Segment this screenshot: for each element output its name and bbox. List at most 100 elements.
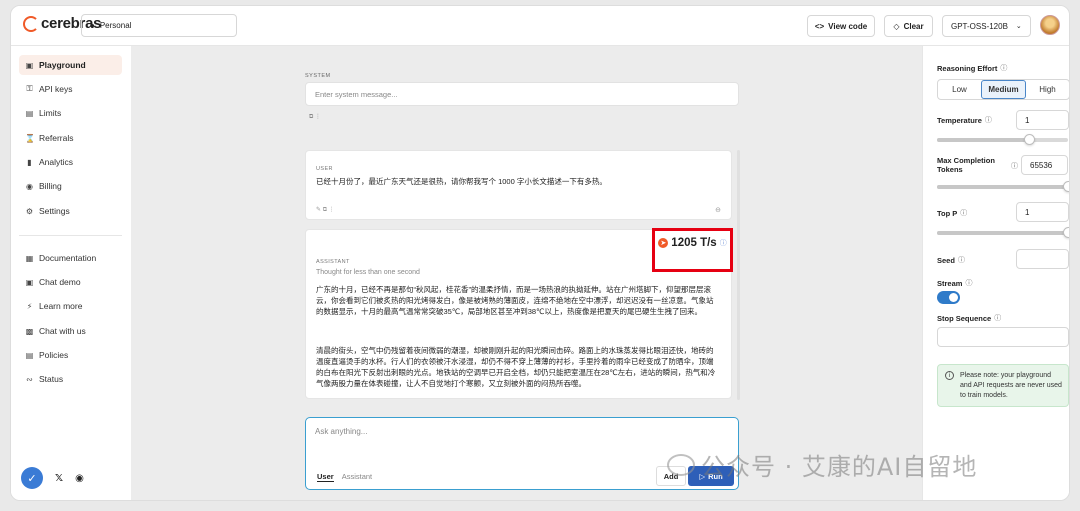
view-code-button[interactable]: <> View code xyxy=(807,15,875,37)
speed-highlight-box xyxy=(652,228,733,272)
status-icon: ∾ xyxy=(26,374,33,384)
more-icon[interactable]: ⋮ xyxy=(329,207,335,213)
info-icon[interactable]: ⓘ xyxy=(960,208,967,218)
sidebar-link-label: Policies xyxy=(39,350,69,360)
model-name: GPT-OSS-120B xyxy=(951,21,1008,31)
message-tools: ✎ ⧉ ⋮ xyxy=(316,206,335,214)
reasoning-low-option[interactable]: Low xyxy=(938,80,981,99)
temperature-slider[interactable] xyxy=(937,134,1068,145)
tab-user[interactable]: User xyxy=(317,472,334,482)
info-icon[interactable]: ⓘ xyxy=(1000,63,1007,73)
max-tokens-slider-thumb[interactable] xyxy=(1063,181,1069,192)
sidebar-link-label: Chat with us xyxy=(39,326,86,336)
system-message-input[interactable]: Enter system message... xyxy=(305,82,739,106)
reasoning-effort-text: Reasoning Effort xyxy=(937,63,998,73)
stream-toggle[interactable] xyxy=(937,291,960,304)
chart-icon: ▮ xyxy=(27,157,32,167)
sidebar-link-label: Documentation xyxy=(39,253,97,263)
settings-panel: Reasoning Effort ⓘ Low Medium High Tempe… xyxy=(922,46,1069,500)
copy-icon[interactable]: ⧉ xyxy=(323,207,327,213)
clear-button[interactable]: ◇ Clear xyxy=(884,15,933,37)
info-icon[interactable]: ⓘ xyxy=(958,255,965,265)
sidebar-item-analytics[interactable]: ▮ Analytics xyxy=(19,152,122,172)
privacy-note-text: Please note: your playground and API req… xyxy=(960,372,1062,399)
avatar[interactable] xyxy=(1040,15,1060,35)
sidebar-item-billing[interactable]: ◉ Billing xyxy=(19,176,122,196)
top-p-label: Top P ⓘ xyxy=(937,208,967,218)
seed-input[interactable] xyxy=(1016,249,1069,269)
top-bar: cerebras ● Personal <> View code ◇ Clear… xyxy=(11,6,1069,46)
max-tokens-input[interactable]: 65536 xyxy=(1021,155,1068,175)
sidebar-item-label: Billing xyxy=(39,181,62,191)
watermark: 公众号 · 艾康的AI自留地 xyxy=(667,447,977,482)
sidebar-item-label: Playground xyxy=(39,60,86,70)
composer-input[interactable]: Ask anything... xyxy=(315,427,367,436)
message-icon: ▩ xyxy=(25,326,34,336)
info-icon[interactable]: ⓘ xyxy=(1011,161,1018,171)
reasoning-effort-selector: Low Medium High xyxy=(937,79,1069,100)
sidebar-item-label: Analytics xyxy=(39,157,74,167)
sidebar-link-documentation[interactable]: ▦ Documentation xyxy=(19,248,122,268)
model-selector[interactable]: GPT-OSS-120B ⌄ xyxy=(942,15,1031,37)
sidebar-link-label: Status xyxy=(39,374,64,384)
gear-icon: ⚙ xyxy=(25,206,34,216)
stream-text: Stream xyxy=(937,278,963,288)
reasoning-effort-label: Reasoning Effort ⓘ xyxy=(937,63,1007,73)
x-logo-icon[interactable]: 𝕏 xyxy=(55,473,63,484)
stream-label: Stream ⓘ xyxy=(937,278,972,288)
chat-icon: ▣ xyxy=(25,277,34,287)
temperature-slider-thumb[interactable] xyxy=(1023,134,1035,145)
sidebar-link-status[interactable]: ∾ Status xyxy=(19,369,122,389)
stop-sequence-input[interactable] xyxy=(937,327,1069,347)
message-role: ASSISTANT xyxy=(316,259,350,265)
info-icon[interactable]: ⓘ xyxy=(720,238,727,248)
more-icon[interactable]: ⋮ xyxy=(315,114,321,120)
message-paragraph: 清晨的街头，空气中仍残留着夜间微弱的潮湿，却被刚刚升起的阳光瞬间击碎。路面上的水… xyxy=(316,346,716,388)
cerebras-logo-icon xyxy=(23,15,39,32)
info-icon[interactable]: ⓘ xyxy=(985,115,992,125)
message-text: 已经十月份了，最近广东天气还是很热，请你帮我写个 1000 字小长文描述一下有多… xyxy=(316,177,607,186)
top-p-input[interactable]: 1 xyxy=(1016,202,1069,222)
sidebar-divider xyxy=(19,235,122,236)
info-icon[interactable]: ⓘ xyxy=(994,313,1001,323)
sidebar-item-referrals[interactable]: ⌛ Referrals xyxy=(19,128,122,148)
tab-assistant[interactable]: Assistant xyxy=(342,472,372,482)
reasoning-high-option[interactable]: High xyxy=(1026,80,1069,99)
sidebar-link-chat-demo[interactable]: ▣ Chat demo xyxy=(19,272,122,292)
billing-icon: ◉ xyxy=(26,181,33,191)
workspace-selector[interactable]: ● Personal xyxy=(81,14,237,37)
chat-scrollbar[interactable] xyxy=(737,150,740,400)
speed-icon: ➤ xyxy=(658,238,669,248)
copy-icon[interactable]: ⧉ xyxy=(309,114,313,120)
sidebar-item-settings[interactable]: ⚙ Settings xyxy=(19,201,122,221)
sidebar-item-api-keys[interactable]: ⚿ API keys xyxy=(19,79,122,99)
privacy-note: i Please note: your playground and API r… xyxy=(937,364,1069,407)
info-icon[interactable]: ⓘ xyxy=(965,278,972,288)
seed-text: Seed xyxy=(937,255,955,265)
thought-duration[interactable]: Thought for less than one second xyxy=(316,269,420,276)
sidebar-item-playground[interactable]: ▣ Playground xyxy=(19,55,122,75)
eraser-icon: ◇ xyxy=(893,21,900,31)
sidebar-link-chat-with-us[interactable]: ▩ Chat with us xyxy=(19,321,122,341)
wechat-logo-icon xyxy=(667,453,695,476)
top-p-slider[interactable] xyxy=(937,227,1069,238)
max-tokens-slider-fill xyxy=(937,185,1068,189)
help-icon[interactable]: ✓ xyxy=(21,467,43,489)
sidebar-item-limits[interactable]: ▤ Limits xyxy=(19,103,122,123)
system-tools: ⧉ ⋮ xyxy=(309,113,321,121)
top-p-slider-thumb[interactable] xyxy=(1063,227,1069,238)
reasoning-medium-option[interactable]: Medium xyxy=(981,80,1026,99)
github-icon[interactable]: ◉ xyxy=(75,473,84,484)
sidebar-item-label: Referrals xyxy=(39,133,74,143)
square-icon: ▣ xyxy=(25,60,34,70)
stop-sequence-text: Stop Sequence xyxy=(937,313,992,323)
edit-icon[interactable]: ✎ xyxy=(316,207,321,213)
tokens-per-second: ➤ 1205 T/s ⓘ xyxy=(652,237,733,249)
max-tokens-text: Max Completion Tokens xyxy=(937,156,995,174)
speed-value: 1205 T/s xyxy=(671,237,717,249)
temperature-input[interactable]: 1 xyxy=(1016,110,1069,130)
sidebar-link-policies[interactable]: ▤ Policies xyxy=(19,345,122,365)
remove-icon[interactable]: ⊖ xyxy=(715,206,721,214)
max-tokens-slider[interactable] xyxy=(937,181,1069,192)
sidebar-link-learn-more[interactable]: ⚡ Learn more xyxy=(19,296,122,316)
